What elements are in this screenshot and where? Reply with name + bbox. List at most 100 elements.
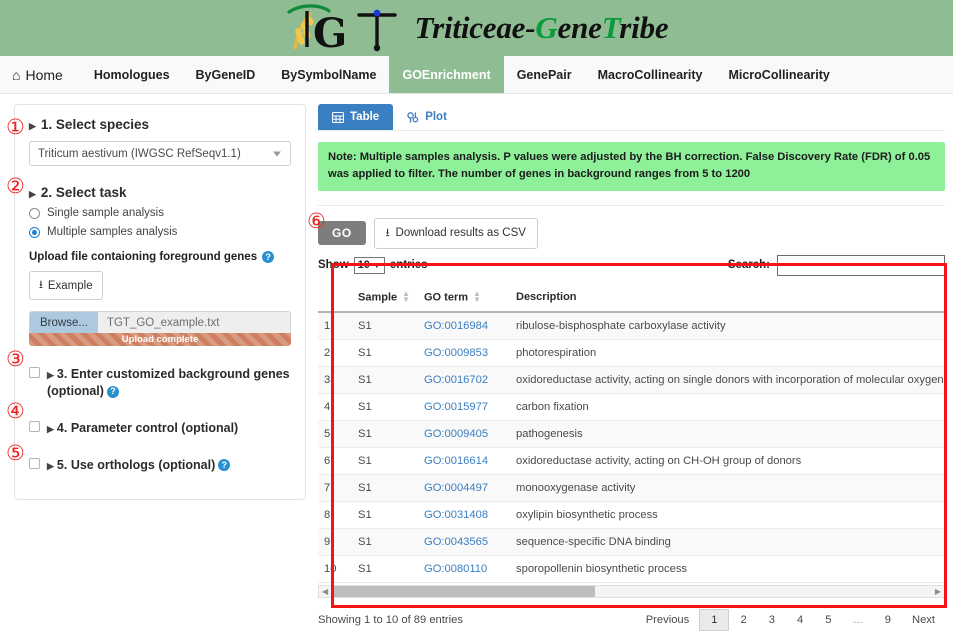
- scroll-left-icon[interactable]: ◀: [319, 587, 331, 596]
- checkbox-background-genes[interactable]: [29, 367, 40, 378]
- table-row[interactable]: 3 S1 GO:0016702 oxidoreductase activity,…: [318, 366, 945, 394]
- scroll-right-icon[interactable]: ▶: [932, 587, 944, 596]
- nav-item-goenrichment[interactable]: GOEnrichment: [389, 56, 504, 93]
- search-control: Search:: [728, 254, 945, 276]
- nav-item-home[interactable]: ⌂ Home: [0, 56, 81, 93]
- cell-description: oxidoreductase activity, acting on CH-OH…: [510, 447, 945, 475]
- divider: [318, 204, 945, 206]
- section-parameter-control[interactable]: ▶ 4. Parameter control (optional): [29, 420, 291, 437]
- section-title-text: 4. Parameter control (optional): [56, 420, 239, 435]
- table-row[interactable]: 1 S1 GO:0016984 ribulose-bisphosphate ca…: [318, 311, 945, 340]
- th-sample[interactable]: Sample ▲ ▼: [352, 285, 418, 313]
- file-upload-control[interactable]: Browse... TGT_GO_example.txt: [29, 311, 291, 334]
- question-mark-icon[interactable]: ?: [218, 459, 231, 472]
- pagination-page-9[interactable]: 9: [874, 610, 902, 630]
- section-title-background-genes[interactable]: ▶ 3. Enter customized background genes (o…: [47, 366, 291, 400]
- go-term-link[interactable]: GO:0031408: [424, 509, 488, 521]
- go-term-link[interactable]: GO:0016984: [424, 320, 488, 332]
- question-mark-icon[interactable]: ?: [106, 385, 119, 398]
- go-term-link[interactable]: GO:0043565: [424, 536, 488, 548]
- annotation-marker-2: ②: [6, 174, 25, 198]
- section-select-task[interactable]: ▶ 2. Select task: [29, 185, 291, 200]
- table-row[interactable]: 4 S1 GO:0015977 carbon fixation: [318, 393, 945, 421]
- cell-sample: S1: [352, 555, 418, 583]
- tab-table[interactable]: Table: [318, 104, 394, 130]
- go-term-link[interactable]: GO:0016614: [424, 455, 488, 467]
- section-select-species[interactable]: ▶ 1. Select species: [29, 117, 291, 132]
- section-background-genes[interactable]: ▶ 3. Enter customized background genes (o…: [29, 366, 291, 400]
- table-row[interactable]: 10 S1 GO:0080110 sporopollenin biosynthe…: [318, 555, 945, 583]
- radio-single-sample[interactable]: Single sample analysis: [29, 207, 291, 219]
- radio-label: Multiple samples analysis: [47, 226, 178, 238]
- checkbox-use-orthologs[interactable]: [29, 457, 40, 469]
- cell-go-term[interactable]: GO:0016702: [418, 366, 510, 394]
- go-term-link[interactable]: GO:0004497: [424, 482, 488, 494]
- cell-go-term[interactable]: GO:0009853: [418, 339, 510, 367]
- cell-go-term[interactable]: GO:0016984: [418, 311, 510, 340]
- table-row[interactable]: 9 S1 GO:0043565 sequence-specific DNA bi…: [318, 528, 945, 556]
- logo: G Triticeae-GeneTribe: [285, 3, 669, 53]
- cell-go-term[interactable]: GO:0043565: [418, 528, 510, 556]
- go-term-link[interactable]: GO:0009853: [424, 347, 488, 359]
- table-row[interactable]: 6 S1 GO:0016614 oxidoreductase activity,…: [318, 447, 945, 475]
- radio-icon-checked: [29, 226, 40, 238]
- chevron-down-icon: ▼: [372, 260, 381, 270]
- go-term-link[interactable]: GO:0080110: [424, 563, 487, 575]
- pagination-page-4[interactable]: 4: [786, 610, 814, 630]
- pagination-page-3[interactable]: 3: [758, 610, 786, 630]
- section-title-text: 3. Enter customized background genes (op…: [47, 367, 290, 398]
- cell-go-term[interactable]: GO:0031408: [418, 501, 510, 529]
- results-table: Sample ▲ ▼ GO term ▲ ▼ Description 1 S1 GO:0…: [318, 285, 945, 583]
- entries-select[interactable]: 10 ▼: [353, 256, 385, 274]
- nav-item-macrocollinearity[interactable]: MacroCollinearity: [585, 56, 716, 93]
- cell-go-term[interactable]: GO:0004497: [418, 474, 510, 502]
- scrollbar-thumb[interactable]: [331, 585, 596, 597]
- cell-sample: S1: [352, 393, 418, 421]
- radio-multiple-samples[interactable]: Multiple samples analysis: [29, 226, 291, 238]
- table-row[interactable]: 2 S1 GO:0009853 photorespiration: [318, 339, 945, 367]
- horizontal-scrollbar[interactable]: ◀ ▶: [318, 584, 945, 598]
- pagination-page-5[interactable]: 5: [814, 610, 842, 630]
- chevron-right-icon: ▶: [29, 189, 36, 199]
- go-term-link[interactable]: GO:0015977: [424, 401, 488, 413]
- download-csv-button[interactable]: ⭳ Download results as CSV: [373, 217, 538, 249]
- table-header-row: Sample ▲ ▼ GO term ▲ ▼ Description: [318, 285, 945, 313]
- table-row[interactable]: 8 S1 GO:0031408 oxylipin biosynthetic pr…: [318, 501, 945, 529]
- browse-button[interactable]: Browse...: [30, 312, 98, 333]
- section-title-use-orthologs[interactable]: ▶ 5. Use orthologs (optional)?: [47, 457, 231, 474]
- table-row[interactable]: 5 S1 GO:0009405 pathogenesis: [318, 420, 945, 448]
- cell-sample: S1: [352, 339, 418, 367]
- pagination: Previous 1 2 3 4 5 ... 9 Next: [636, 608, 945, 631]
- species-select[interactable]: Triticum aestivum (IWGSC RefSeqv1.1): [29, 141, 291, 166]
- nav-item-bysymbolname[interactable]: BySymbolName: [268, 56, 389, 93]
- search-input[interactable]: [777, 254, 945, 276]
- section-use-orthologs[interactable]: ▶ 5. Use orthologs (optional)?: [29, 457, 291, 474]
- section-title-parameter-control[interactable]: ▶ 4. Parameter control (optional): [47, 420, 238, 437]
- pagination-previous[interactable]: Previous: [636, 610, 700, 630]
- checkbox-parameter-control[interactable]: [29, 420, 40, 432]
- nav-item-bygeneid[interactable]: ByGeneID: [183, 56, 269, 93]
- tab-plot[interactable]: Plot: [393, 104, 461, 130]
- example-button[interactable]: ⭳ Example: [29, 271, 103, 300]
- cell-go-term[interactable]: GO:0009405: [418, 420, 510, 448]
- pagination-next[interactable]: Next: [902, 610, 945, 630]
- nav-item-genepair[interactable]: GenePair: [504, 56, 585, 93]
- nav-item-microcollinearity[interactable]: MicroCollinearity: [715, 56, 842, 93]
- th-go-term[interactable]: GO term ▲ ▼: [418, 285, 510, 313]
- cell-go-term[interactable]: GO:0080110: [418, 555, 510, 583]
- pagination-page-1[interactable]: 1: [699, 608, 730, 631]
- cell-go-term[interactable]: GO:0015977: [418, 393, 510, 421]
- go-term-link[interactable]: GO:0016702: [424, 374, 488, 386]
- annotation-marker-4: ④: [6, 399, 25, 423]
- cell-go-term[interactable]: GO:0016614: [418, 447, 510, 475]
- nav-item-homologues[interactable]: Homologues: [81, 56, 183, 93]
- go-term-link[interactable]: GO:0009405: [424, 428, 488, 440]
- question-mark-icon[interactable]: ?: [262, 251, 275, 263]
- cell-index: 2: [318, 339, 352, 367]
- pagination-page-2[interactable]: 2: [729, 610, 757, 630]
- th-description: Description: [510, 285, 945, 313]
- cell-index: 1: [318, 311, 352, 340]
- table-row[interactable]: 7 S1 GO:0004497 monooxygenase activity: [318, 474, 945, 502]
- uploaded-file-name: TGT_GO_example.txt: [97, 312, 290, 333]
- scrollbar-track[interactable]: [331, 585, 932, 597]
